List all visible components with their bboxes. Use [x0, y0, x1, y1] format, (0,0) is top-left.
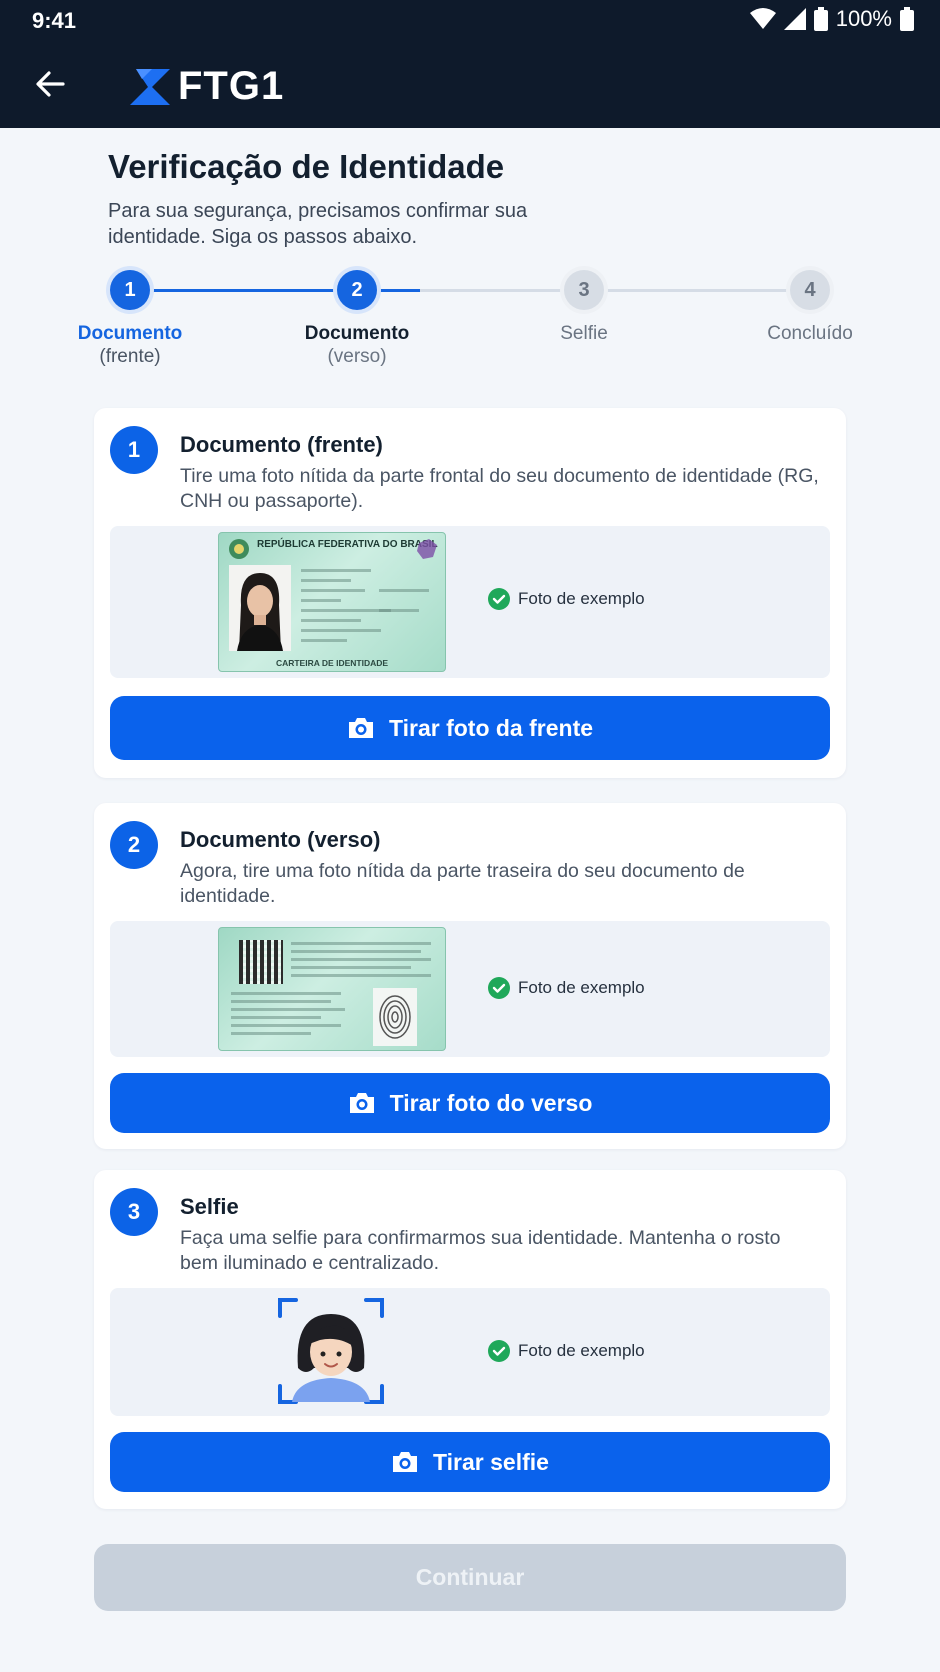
example-image-selfie: Foto de exemplo [110, 1288, 830, 1416]
portrait-icon [237, 573, 283, 651]
coat-of-arms-icon [229, 539, 249, 559]
battery-icon [900, 7, 914, 31]
battery-percent: 100% [835, 6, 892, 31]
fingerprint-icon [379, 995, 411, 1039]
step-3-label-line1: Selfie [560, 323, 608, 344]
card-1-number: 1 [110, 426, 158, 474]
card-document-front: 1 Documento (frente) Tire uma foto nítid… [94, 408, 846, 778]
brand-logo: FTG1 [130, 64, 284, 109]
step-2-label-line1: Documento [304, 323, 410, 344]
card-selfie: 3 Selfie Faça uma selfie para confirmarm… [94, 1170, 846, 1509]
example-image-back: Foto de exemplo [110, 921, 830, 1057]
step-1-label-line1: Documento [77, 323, 183, 344]
example-label-front: Foto de exemplo [488, 588, 645, 610]
status-time: 9:41 [32, 8, 77, 33]
brand-name: FTG1 [178, 64, 285, 108]
card-3-description: Faça uma selfie para confirmarmos sua id… [180, 1227, 781, 1274]
example-label-text: Foto de exemplo [518, 589, 645, 608]
check-circle-icon [488, 1340, 510, 1362]
take-selfie-button[interactable]: Tirar selfie [110, 1432, 830, 1492]
logo-mark-icon [130, 68, 170, 105]
card-3-title: Selfie [180, 1194, 239, 1219]
id-photo [229, 565, 291, 651]
battery-icon [813, 7, 828, 31]
continue-button[interactable]: Continuar [94, 1544, 846, 1611]
example-label-text: Foto de exemplo [518, 1341, 645, 1360]
example-image-front: REPÚBLICA FEDERATIVA DO BRASIL CARTEIRA … [110, 526, 830, 678]
brazil-map-icon [417, 539, 437, 559]
camera-icon [349, 1093, 374, 1113]
stepper-line-pending [420, 289, 800, 292]
step-4-dot: 4 [790, 270, 830, 310]
app-bar: 9:41 100% FTG1 [0, 0, 940, 128]
example-label-text: Foto de exemplo [518, 978, 645, 997]
check-circle-icon [488, 588, 510, 610]
id-card-footer-text: CARTEIRA DE IDENTIDADE [275, 658, 389, 668]
camera-icon [393, 1452, 418, 1472]
card-document-back: 2 Documento (verso) Agora, tire uma foto… [94, 803, 846, 1149]
selfie-avatar-icon [278, 1298, 384, 1404]
take-front-photo-button[interactable]: Tirar foto da frente [110, 696, 830, 760]
step-2-label-line2: (verso) [327, 346, 387, 367]
card-1-description: Tire uma foto nítida da parte frontal do… [180, 465, 819, 512]
qr-code [239, 940, 283, 984]
card-2-description: Agora, tire uma foto nítida da parte tra… [180, 860, 745, 907]
step-4-label: Concluído [730, 322, 890, 345]
step-1-label-line2: (frente) [99, 346, 161, 367]
step-1-dot: 1 [110, 270, 150, 310]
page-title: Verificação de Identidade [108, 148, 505, 185]
id-card-header-text: REPÚBLICA FEDERATIVA DO BRASIL [257, 539, 438, 550]
fingerprint-box [373, 988, 417, 1046]
status-icons: 100% [749, 6, 914, 32]
card-2-number: 2 [110, 821, 158, 869]
step-3-label: Selfie [504, 322, 664, 345]
example-label-selfie: Foto de exemplo [488, 1340, 645, 1362]
stepper-line-complete [150, 289, 420, 292]
step-2-label: Documento (verso) [277, 322, 437, 368]
step-2-dot: 2 [337, 270, 377, 310]
example-label-back: Foto de exemplo [488, 977, 645, 999]
wifi-icon [749, 8, 776, 29]
back-button[interactable] [30, 64, 70, 104]
id-card-front-image: REPÚBLICA FEDERATIVA DO BRASIL CARTEIRA … [218, 532, 446, 672]
cell-signal-icon [783, 8, 806, 30]
card-3-number: 3 [110, 1188, 158, 1236]
id-card-back-image [218, 927, 446, 1051]
card-2-title: Documento (verso) [180, 827, 381, 852]
step-1-label: Documento (frente) [50, 322, 210, 368]
check-circle-icon [488, 977, 510, 999]
take-back-photo-label: Tirar foto do verso [389, 1089, 593, 1116]
step-4-label-line1: Concluído [767, 323, 853, 344]
camera-icon [348, 718, 373, 738]
arrow-left-icon [36, 71, 65, 97]
step-3-dot: 3 [564, 270, 604, 310]
take-selfie-label: Tirar selfie [433, 1448, 549, 1475]
progress-stepper: 1 2 3 4 Documento (frente) Documento (ve… [0, 270, 940, 380]
take-front-photo-label: Tirar foto da frente [388, 714, 594, 741]
page-subtitle: Para sua segurança, precisamos confirmar… [108, 200, 528, 248]
card-1-title: Documento (frente) [180, 432, 383, 457]
take-back-photo-button[interactable]: Tirar foto do verso [110, 1073, 830, 1133]
